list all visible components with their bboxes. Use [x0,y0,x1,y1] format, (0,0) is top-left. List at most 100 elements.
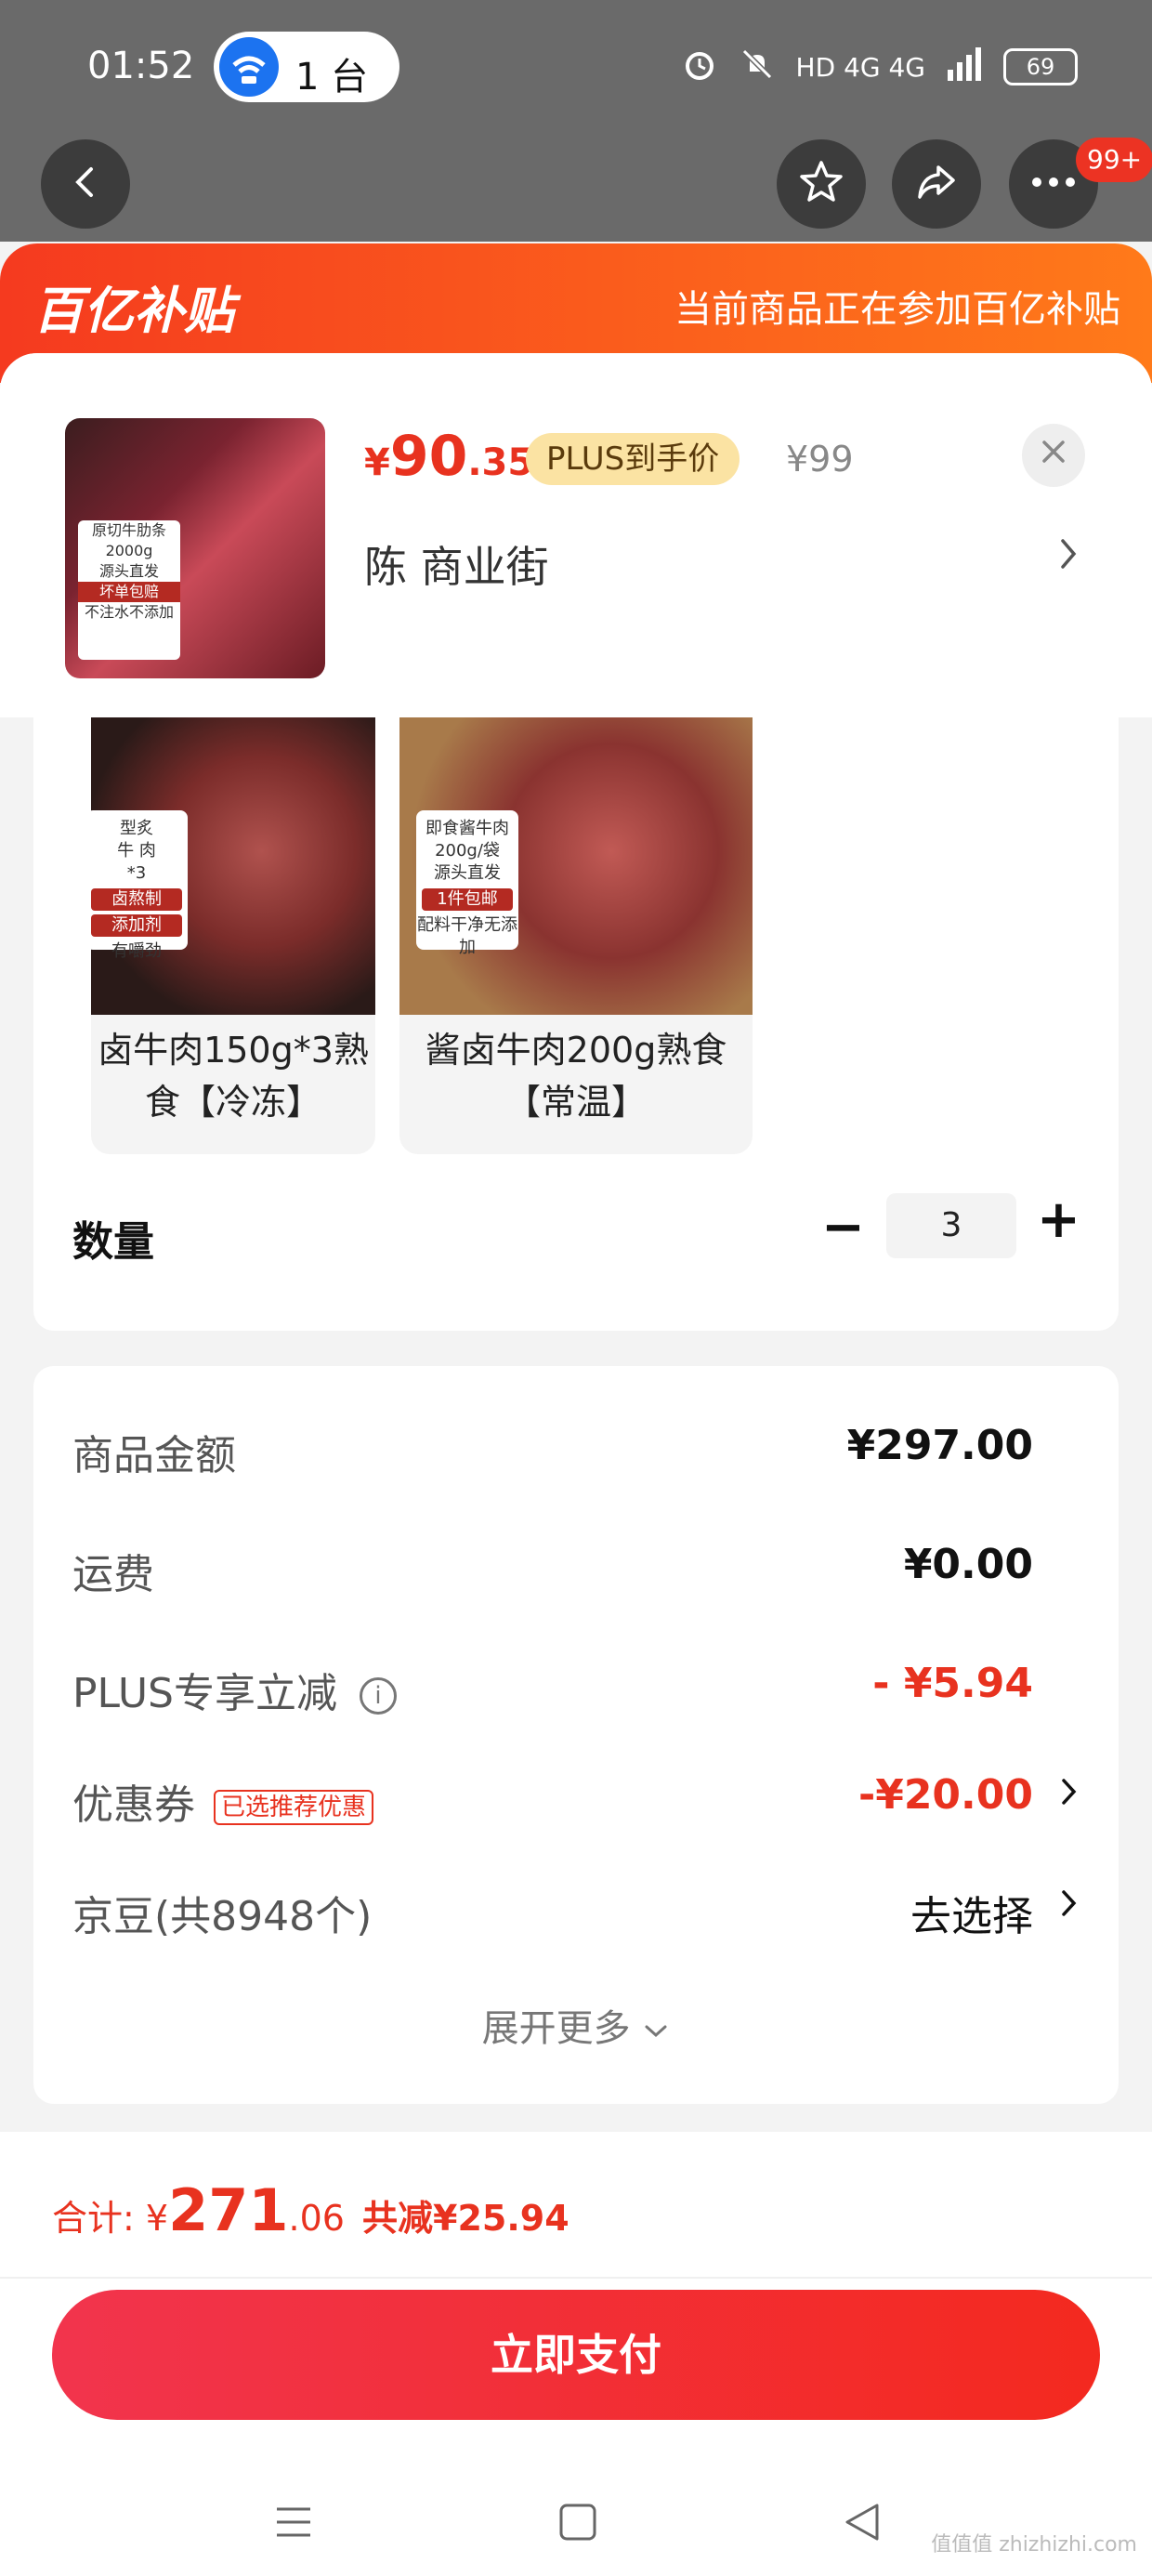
network-label: HD 4G 4G [795,51,925,83]
device-count: 1 台 [295,56,369,99]
total-prefix: 合计: ¥ [52,2198,169,2239]
product-image-label-line: 不注水不添加 [84,603,174,621]
coupon-label: 优惠券 [72,1781,195,1829]
more-dots-icon [1029,173,1078,195]
quantity-increase-button[interactable]: + [1037,1189,1080,1250]
chevron-down-icon [642,2007,670,2050]
plus-discount-label: PLUS专享立减 [72,1670,337,1717]
checkout-screen: 01:52 1 台 HD 4G 4G 69 99+ 百亿补贴 当前商品正在参加百… [0,0,1152,2576]
variant-option[interactable]: 型炙 牛 肉 *3 卤熬制 添加剂 有嚼劲 卤牛肉150g*3熟食【冷冻】 [91,717,375,1154]
goods-amount-label: 商品金额 [72,1432,236,1479]
plus-discount-value: - ¥5.94 [872,1660,1033,1707]
chevron-left-icon [67,164,104,204]
plus-discount-row: PLUS专享立减 i - ¥5.94 [72,1660,1080,1725]
goods-amount-value: ¥297.00 [846,1422,1033,1469]
shipping-value: ¥0.00 [903,1541,1033,1588]
variant-name: 卤牛肉150g*3熟食【冷冻】 [98,1030,369,1123]
shipping-label: 运费 [72,1551,154,1598]
product-image-label-line: 坏单包赔 [78,582,180,602]
shipping-row: 运费 ¥0.00 [72,1541,1080,1606]
price-symbol: ¥ [364,441,390,484]
subsidy-logo: 百亿补贴 [33,282,234,340]
variant-tag-line: 有嚼劲 [111,941,162,961]
variant-tag-line: *3 [126,863,147,883]
close-icon [1039,429,1068,477]
device-pill[interactable]: 1 台 [214,32,399,102]
variant-image: 即食酱牛肉 200g/袋 源头直发 1件包邮 配料干净无添加 [399,717,753,1015]
footer-divider [0,2277,1152,2279]
quantity-label: 数量 [72,1218,154,1266]
quantity-decrease-button[interactable]: − [821,1197,865,1257]
back-triangle-icon[interactable] [842,2502,883,2546]
checkout-footer: 合计: ¥271.06 共减¥25.94 立即支付 值值值 zhizhizhi.… [0,2132,1152,2576]
cost-summary-card: 商品金额 ¥297.00 运费 ¥0.00 PLUS专享立减 i - ¥5.94 … [33,1366,1119,2104]
variant-tag-line: 牛 肉 [117,841,156,861]
variant-tag-line: 源头直发 [434,863,501,883]
quantity-input[interactable]: 3 [886,1193,1016,1258]
watermark: 值值值 zhizhizhi.com [931,2533,1137,2556]
original-price: ¥99 [786,439,854,480]
share-button[interactable] [892,139,981,229]
product-image: 原切牛肋条 2000g 源头直发 坏单包赔 不注水不添加 [65,418,325,678]
product-image-label-line: 原切牛肋条 [91,521,166,539]
variant-image-tag: 型炙 牛 肉 *3 卤熬制 添加剂 有嚼劲 [91,810,188,961]
variant-tag-line: 型炙 [120,819,153,838]
star-icon [797,158,845,210]
variant-tag-line: 添加剂 [91,914,182,937]
chevron-right-icon [1059,1883,1080,1934]
coupon-row[interactable]: 优惠券 已选推荐优惠 -¥20.00 [72,1771,1080,1836]
mute-icon [739,46,776,89]
variant-tag-line: 1件包邮 [422,888,513,911]
variant-tag-line: 即食酱牛肉 [425,819,509,838]
variant-option[interactable]: 即食酱牛肉 200g/袋 源头直发 1件包邮 配料干净无添加 酱卤牛肉200g熟… [399,717,753,1154]
variant-card: 型炙 牛 肉 *3 卤熬制 添加剂 有嚼劲 卤牛肉150g*3熟食【冷冻】 即食… [33,717,1119,1331]
favorite-button[interactable] [777,139,866,229]
subsidy-notice: 当前商品正在参加百亿补贴 [674,288,1120,331]
product-image-label-line: 2000g [105,542,153,559]
expand-more-label: 展开更多 [481,2007,631,2050]
order-total: 合计: ¥271.06 共减¥25.94 [52,2176,569,2244]
pay-now-button[interactable]: 立即支付 [52,2290,1100,2420]
product-image-label-line: 源头直发 [98,562,159,580]
coupon-value: -¥20.00 [857,1771,1033,1819]
home-icon[interactable] [557,2502,598,2546]
nav-bar [0,139,1152,242]
back-button[interactable] [41,139,130,229]
status-icons: HD 4G 4G 69 [681,41,1078,93]
total-decimal: .06 [288,2198,345,2239]
variant-tag-line: 配料干净无添加 [417,915,517,957]
wifi-hotspot-icon [219,37,279,97]
clock: 01:52 [87,45,195,87]
goods-amount-row: 商品金额 ¥297.00 [72,1422,1080,1487]
price-decimal: .35 [467,441,534,484]
plus-price-tag: PLUS到手价 [526,433,740,485]
chevron-right-icon [1059,1771,1080,1822]
variant-tag-line: 卤熬制 [91,888,182,911]
jingdou-row[interactable]: 京豆(共8948个) 去选择 [72,1883,1080,1948]
alarm-icon [681,46,718,89]
total-saving: 共减¥25.94 [362,2198,569,2239]
plus-discount-label-wrap: PLUS专享立减 i [72,1660,397,1719]
battery-indicator: 69 [1003,48,1078,85]
coupon-recommended-tag: 已选推荐优惠 [214,1790,374,1825]
share-icon [912,158,961,210]
expand-more-button[interactable]: 展开更多 [33,1998,1119,2052]
close-button[interactable] [1022,424,1085,487]
signal-icon [946,46,983,87]
delivery-address[interactable]: 陈 商业街 [364,533,549,595]
total-integer: 271 [168,2176,289,2244]
status-bar: 01:52 1 台 HD 4G 4G 69 [0,0,1152,139]
product-image-label: 原切牛肋条 2000g 源头直发 坏单包赔 不注水不添加 [78,520,180,623]
info-icon[interactable]: i [360,1677,397,1715]
jingdou-select: 去选择 [910,1893,1033,1940]
variant-image: 型炙 牛 肉 *3 卤熬制 添加剂 有嚼劲 [91,717,375,1015]
price-integer: 90 [389,424,468,489]
jingdou-label: 京豆(共8948个) [72,1893,373,1940]
product-price: ¥90.35 [364,424,533,489]
message-badge: 99+ [1076,138,1152,182]
chevron-right-icon[interactable] [1057,535,1080,583]
variant-image-tag: 即食酱牛肉 200g/袋 源头直发 1件包邮 配料干净无添加 [416,810,518,957]
coupon-label-wrap: 优惠券 已选推荐优惠 [72,1771,374,1831]
menu-icon[interactable] [273,2502,314,2546]
variant-tag-line: 200g/袋 [435,841,500,861]
